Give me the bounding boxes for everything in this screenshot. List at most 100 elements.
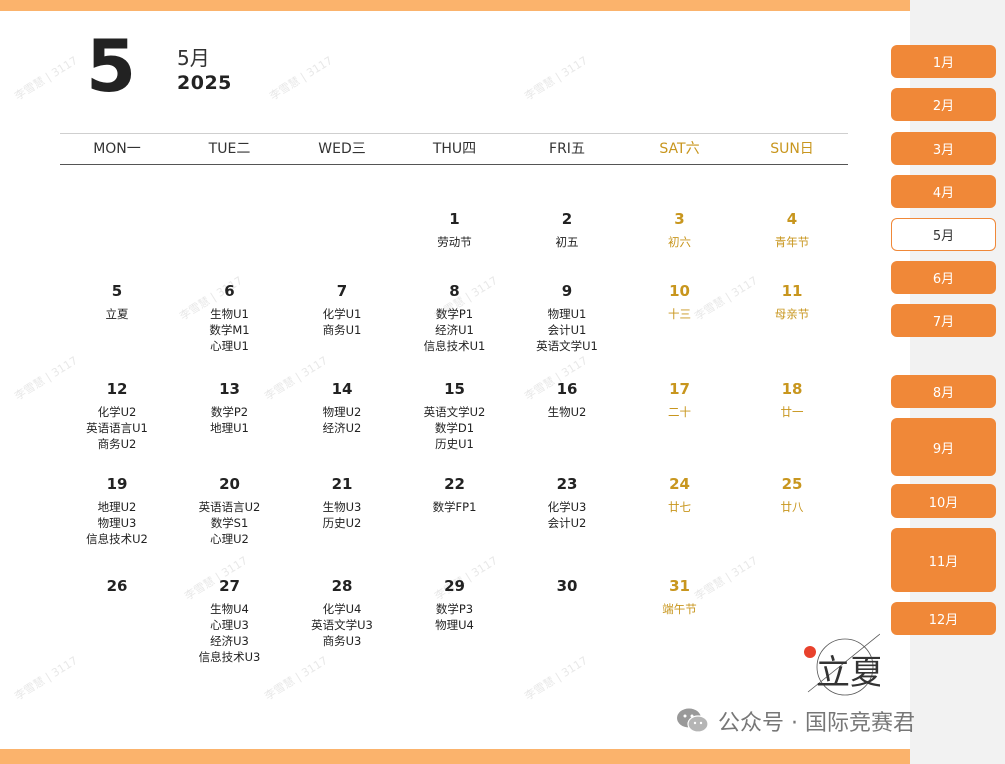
weekday-label: TUE二 xyxy=(208,141,251,157)
day-cell[interactable]: 17 二十 xyxy=(624,378,736,420)
day-cell[interactable]: 9 物理U1 会计U1 英语文学U1 xyxy=(511,280,623,354)
day-note: 商务U1 xyxy=(322,323,362,337)
day-notes: 二十 xyxy=(624,404,736,420)
day-notes: 物理U1 会计U1 英语文学U1 xyxy=(511,306,623,354)
day-cell[interactable]: 13 数学P2 地理U1 xyxy=(174,378,286,436)
day-cell[interactable]: 22 数学FP1 xyxy=(399,473,511,515)
day-note: 初五 xyxy=(555,235,579,249)
month-button[interactable]: 8月 xyxy=(891,375,996,408)
day-cell[interactable]: 28 化学U4 英语文学U3 商务U3 xyxy=(286,575,398,649)
day-cell[interactable]: 2 初五 xyxy=(511,208,623,250)
day-notes: 初六 xyxy=(624,234,736,250)
month-button[interactable]: 6月 xyxy=(891,261,996,294)
day-notes: 地理U2 物理U3 信息技术U2 xyxy=(61,499,173,547)
day-cell[interactable]: 25 廿八 xyxy=(736,473,848,515)
day-notes: 数学P1 经济U1 信息技术U1 xyxy=(399,306,511,354)
day-notes: 生物U4 心理U3 经济U3 信息技术U3 xyxy=(174,601,286,665)
month-button[interactable]: 4月 xyxy=(891,175,996,208)
day-note: 初六 xyxy=(668,235,691,249)
footer-credit-text: 公众号 · 国际竞赛君 xyxy=(718,711,915,736)
day-cell[interactable]: 18 廿一 xyxy=(736,378,848,420)
month-button[interactable]: 5月 xyxy=(891,218,996,251)
day-cell[interactable]: 15 英语文学U2 数学D1 历史U1 xyxy=(399,378,511,452)
wechat-icon xyxy=(677,708,709,733)
day-number: 16 xyxy=(556,380,578,398)
day-number: 5 xyxy=(111,282,123,300)
day-cell[interactable]: 11 母亲节 xyxy=(736,280,848,322)
month-button[interactable]: 1月 xyxy=(891,45,996,78)
day-notes: 数学P3 物理U4 xyxy=(399,601,511,633)
weekday-label: THU四 xyxy=(432,141,477,157)
month-button[interactable]: 12月 xyxy=(891,602,996,635)
day-cell[interactable]: 10 十三 xyxy=(624,280,736,322)
day-notes: 廿八 xyxy=(736,499,848,515)
day-number: 26 xyxy=(106,577,128,595)
month-button[interactable]: 11月 xyxy=(891,528,996,592)
day-note: 心理U1 xyxy=(210,339,249,353)
day-number: 23 xyxy=(556,475,578,493)
day-note: 商务U3 xyxy=(322,634,362,648)
day-notes: 物理U2 经济U2 xyxy=(286,404,398,436)
day-note: 经济U3 xyxy=(210,634,249,648)
day-cell[interactable]: 29 数学P3 物理U4 xyxy=(399,575,511,633)
day-cell[interactable]: 20 英语语言U2 数学S1 心理U2 xyxy=(174,473,286,547)
day-cell[interactable]: 1 劳动节 xyxy=(399,208,511,250)
day-cell[interactable]: 4 青年节 xyxy=(736,208,848,250)
weekday-label: FRI五 xyxy=(549,141,585,157)
day-notes: 母亲节 xyxy=(736,306,848,322)
month-button[interactable]: 2月 xyxy=(891,88,996,121)
day-note: 化学U2 xyxy=(97,405,137,419)
day-cell[interactable]: 8 数学P1 经济U1 信息技术U1 xyxy=(399,280,511,354)
day-cell[interactable]: 27 生物U4 心理U3 经济U3 信息技术U3 xyxy=(174,575,286,665)
day-note: 青年节 xyxy=(774,235,810,249)
day-cell[interactable]: 26 xyxy=(61,575,173,601)
day-number: 9 xyxy=(561,282,573,300)
month-button[interactable]: 9月 xyxy=(891,418,996,476)
month-button[interactable]: 10月 xyxy=(891,484,996,518)
day-notes: 廿七 xyxy=(624,499,736,515)
day-number: 22 xyxy=(444,475,465,493)
day-number: 15 xyxy=(444,380,465,398)
day-note: 经济U1 xyxy=(435,323,474,337)
day-number: 31 xyxy=(669,577,690,595)
month-button[interactable]: 3月 xyxy=(891,132,996,165)
day-cell[interactable]: 7 化学U1 商务U1 xyxy=(286,280,398,338)
weekday-label: SUN日 xyxy=(770,141,814,157)
day-number: 25 xyxy=(781,475,803,493)
day-note: 历史U1 xyxy=(435,437,474,451)
day-notes: 化学U4 英语文学U3 商务U3 xyxy=(286,601,398,649)
day-note: 英语语言U1 xyxy=(86,421,148,435)
day-note: 生物U1 xyxy=(210,307,249,321)
day-cell[interactable]: 16 生物U2 xyxy=(511,378,623,420)
day-cell[interactable]: 30 xyxy=(511,575,623,601)
day-number: 11 xyxy=(781,282,803,300)
day-note: 二十 xyxy=(668,405,691,419)
month-button[interactable]: 7月 xyxy=(891,304,996,337)
year-label: 2025 xyxy=(177,72,232,94)
day-notes: 化学U2 英语语言U1 商务U2 xyxy=(61,404,173,452)
day-notes: 廿一 xyxy=(736,404,848,420)
day-cell[interactable]: 21 生物U3 历史U2 xyxy=(286,473,398,531)
day-note: 数学S1 xyxy=(210,516,249,530)
watermark-text: 李雪慧 | 3117 xyxy=(522,53,590,103)
day-cell[interactable]: 31 端午节 xyxy=(624,575,736,617)
day-cell[interactable]: 12 化学U2 英语语言U1 商务U2 xyxy=(61,378,173,452)
day-number: 4 xyxy=(786,210,798,228)
day-note: 立夏 xyxy=(105,307,129,321)
day-note: 心理U3 xyxy=(210,618,249,632)
day-cell[interactable]: 24 廿七 xyxy=(624,473,736,515)
day-notes: 数学FP1 xyxy=(399,499,511,515)
day-cell[interactable]: 14 物理U2 经济U2 xyxy=(286,378,398,436)
day-note: 数学P2 xyxy=(210,405,249,419)
day-cell[interactable]: 6 生物U1 数学M1 心理U1 xyxy=(174,280,286,354)
day-note: 生物U3 xyxy=(322,500,362,514)
day-cell[interactable]: 23 化学U3 会计U2 xyxy=(511,473,623,531)
day-number: 2 xyxy=(561,210,573,228)
day-cell[interactable]: 5 立夏 xyxy=(61,280,173,322)
top-accent-bar xyxy=(0,0,910,11)
day-note: 廿一 xyxy=(780,405,804,419)
day-notes: 生物U2 xyxy=(511,404,623,420)
day-note: 化学U4 xyxy=(322,602,362,616)
day-cell[interactable]: 19 地理U2 物理U3 信息技术U2 xyxy=(61,473,173,547)
day-cell[interactable]: 3 初六 xyxy=(624,208,736,250)
